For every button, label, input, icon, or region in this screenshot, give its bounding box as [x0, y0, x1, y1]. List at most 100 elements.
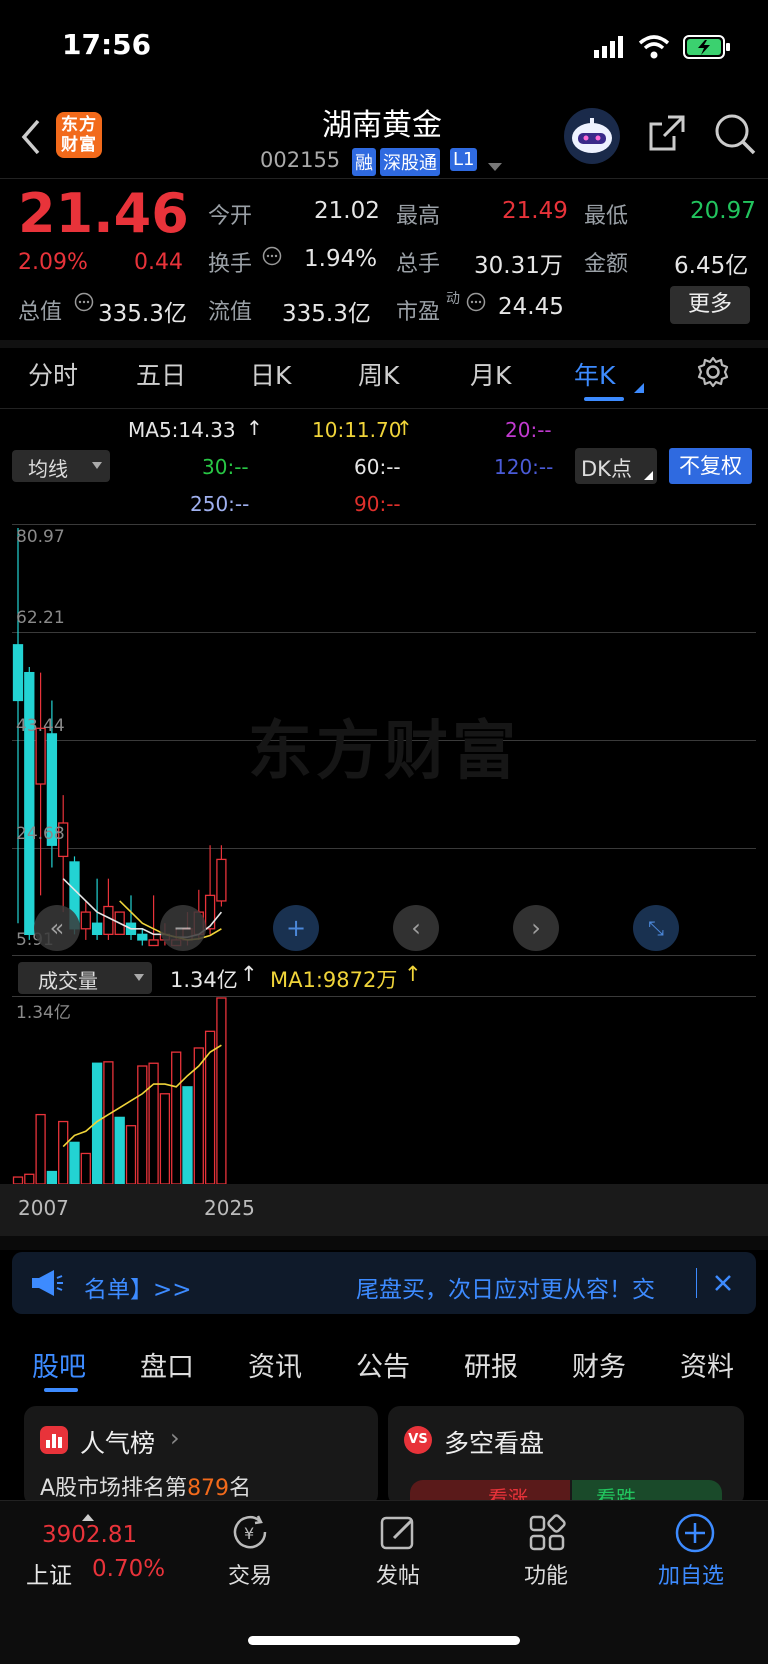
candle-body [24, 671, 35, 936]
volume-bar [80, 1152, 91, 1184]
ma30-value: 30:-- [202, 455, 249, 479]
trade-label[interactable]: 交易 [228, 1558, 272, 1590]
price: 21.46 [18, 182, 189, 245]
volume-current-arrow: ↑ [240, 962, 258, 986]
volume-type-dropdown[interactable]: 成交量 [18, 962, 152, 994]
x-axis-end: 2025 [204, 1196, 255, 1220]
popularity-icon [40, 1426, 68, 1454]
add-watch-label[interactable]: 加自选 [658, 1558, 724, 1590]
popularity-title: 人气榜 [80, 1429, 156, 1458]
stock-name: 湖南黄金 [322, 108, 442, 143]
volume-ma1: MA1:9872万 [270, 968, 398, 992]
popularity-subtitle: A股市场排名第879名 [40, 1470, 251, 1502]
tab-intraday[interactable]: 分时 [28, 356, 78, 392]
tab-active-underline [584, 397, 624, 401]
ma90-value: 90:-- [354, 492, 401, 516]
volume-bar [159, 1093, 171, 1184]
tab-daily-k[interactable]: 日K [250, 356, 291, 392]
candle-body [103, 905, 114, 936]
dk-point-label: DK点 [581, 457, 632, 481]
ma-type-label: 均线 [28, 457, 68, 481]
tab-weekly-k[interactable]: 周K [358, 356, 399, 392]
volume-bar [148, 1062, 159, 1184]
mktcap-info-icon[interactable] [74, 292, 94, 316]
tab-research[interactable]: 研报 [464, 1345, 518, 1384]
banner-right-text[interactable]: 尾盘买，次日应对更从容！交 [356, 1270, 655, 1304]
price-axis-label: 24.68 [16, 824, 65, 844]
post-label[interactable]: 发帖 [376, 1558, 420, 1590]
candle-body [204, 894, 216, 930]
scroll-right-icon[interactable]: › [513, 905, 559, 951]
close-icon[interactable] [713, 1273, 733, 1297]
dk-point-button[interactable]: DK点 [575, 448, 657, 484]
volume-bar [114, 1116, 125, 1184]
volume-chart[interactable] [0, 996, 768, 1184]
volume-bar [216, 997, 227, 1184]
ma10-value: 10:11.70 [312, 418, 402, 442]
adjust-button[interactable]: 不复权 [669, 448, 752, 484]
function-icon[interactable] [526, 1512, 568, 1554]
more-button[interactable]: 更多 [670, 286, 750, 324]
zoom-in-icon[interactable]: + [273, 905, 319, 951]
float-value: 335.3亿 [282, 301, 371, 327]
megaphone-icon [30, 1268, 64, 1302]
x-axis-start: 2007 [18, 1196, 69, 1220]
price-chart [12, 528, 227, 947]
tab-news[interactable]: 资讯 [248, 1345, 302, 1384]
rewind-icon[interactable]: « [34, 905, 80, 951]
tab-five-day[interactable]: 五日 [136, 356, 186, 392]
tab-guba[interactable]: 股吧 [32, 1345, 86, 1384]
banner-left-text[interactable]: 名单】>> [84, 1270, 192, 1304]
volume-bar [69, 1141, 80, 1184]
robot-avatar-icon[interactable] [564, 108, 620, 164]
tab-finance[interactable]: 财务 [572, 1345, 626, 1384]
mktcap-value: 335.3亿 [98, 301, 187, 327]
ma250-value: 250:-- [190, 492, 250, 516]
candle-body [91, 922, 103, 936]
turnover-value: 1.94% [304, 246, 378, 272]
pe-info-icon[interactable] [466, 292, 486, 316]
low-value: 20.97 [690, 198, 756, 224]
tag-dropdown-icon[interactable] [488, 156, 502, 175]
volume-bar [182, 1086, 193, 1184]
home-indicator [248, 1636, 520, 1645]
ma-type-dropdown[interactable]: 均线 [12, 450, 110, 482]
popularity-suffix: 名 [229, 1476, 252, 1501]
tab-announcements[interactable]: 公告 [356, 1345, 410, 1384]
index-name[interactable]: 上证 [26, 1556, 72, 1590]
scroll-left-icon[interactable]: ‹ [393, 905, 439, 951]
candle-body [216, 858, 227, 902]
tab-monthly-k[interactable]: 月K [470, 356, 511, 392]
tag-l1: L1 [450, 148, 478, 171]
function-label[interactable]: 功能 [524, 1558, 568, 1590]
volume-value: 30.31万 [474, 253, 563, 279]
settings-icon[interactable] [697, 356, 729, 388]
tab-handicap[interactable]: 盘口 [140, 1345, 194, 1384]
volume-bar [12, 1176, 24, 1184]
back-icon[interactable] [18, 118, 44, 156]
tab-yearly-dropdown-icon[interactable] [634, 378, 644, 397]
index-value[interactable]: 3902.81 [42, 1522, 137, 1548]
search-icon[interactable] [713, 112, 757, 156]
post-icon[interactable] [378, 1512, 420, 1554]
share-icon[interactable] [646, 112, 688, 154]
status-time: 17:56 [62, 28, 152, 61]
popularity-rank: 879 [187, 1476, 230, 1501]
trade-icon[interactable]: ¥ [230, 1512, 272, 1554]
add-watch-icon[interactable] [674, 1512, 716, 1554]
volume-bar [46, 1170, 58, 1184]
versus-icon: VS [404, 1426, 432, 1454]
float-label: 流值 [208, 300, 253, 325]
zoom-out-icon[interactable]: − [160, 905, 206, 951]
low-label: 最低 [584, 204, 629, 229]
tag-margin: 融 [352, 148, 376, 176]
tab-profile[interactable]: 资料 [680, 1345, 734, 1384]
volume-label: 总手 [396, 252, 441, 277]
ma5-value: MA5:14.33 [128, 418, 236, 442]
tab-yearly-k[interactable]: 年K [574, 356, 615, 392]
candle-body [148, 939, 159, 947]
turnover-info-icon[interactable] [262, 246, 282, 270]
index-change[interactable]: 0.70% [92, 1556, 165, 1582]
fullscreen-icon[interactable]: ⤡ [633, 905, 679, 951]
volume-bar [125, 1125, 137, 1184]
